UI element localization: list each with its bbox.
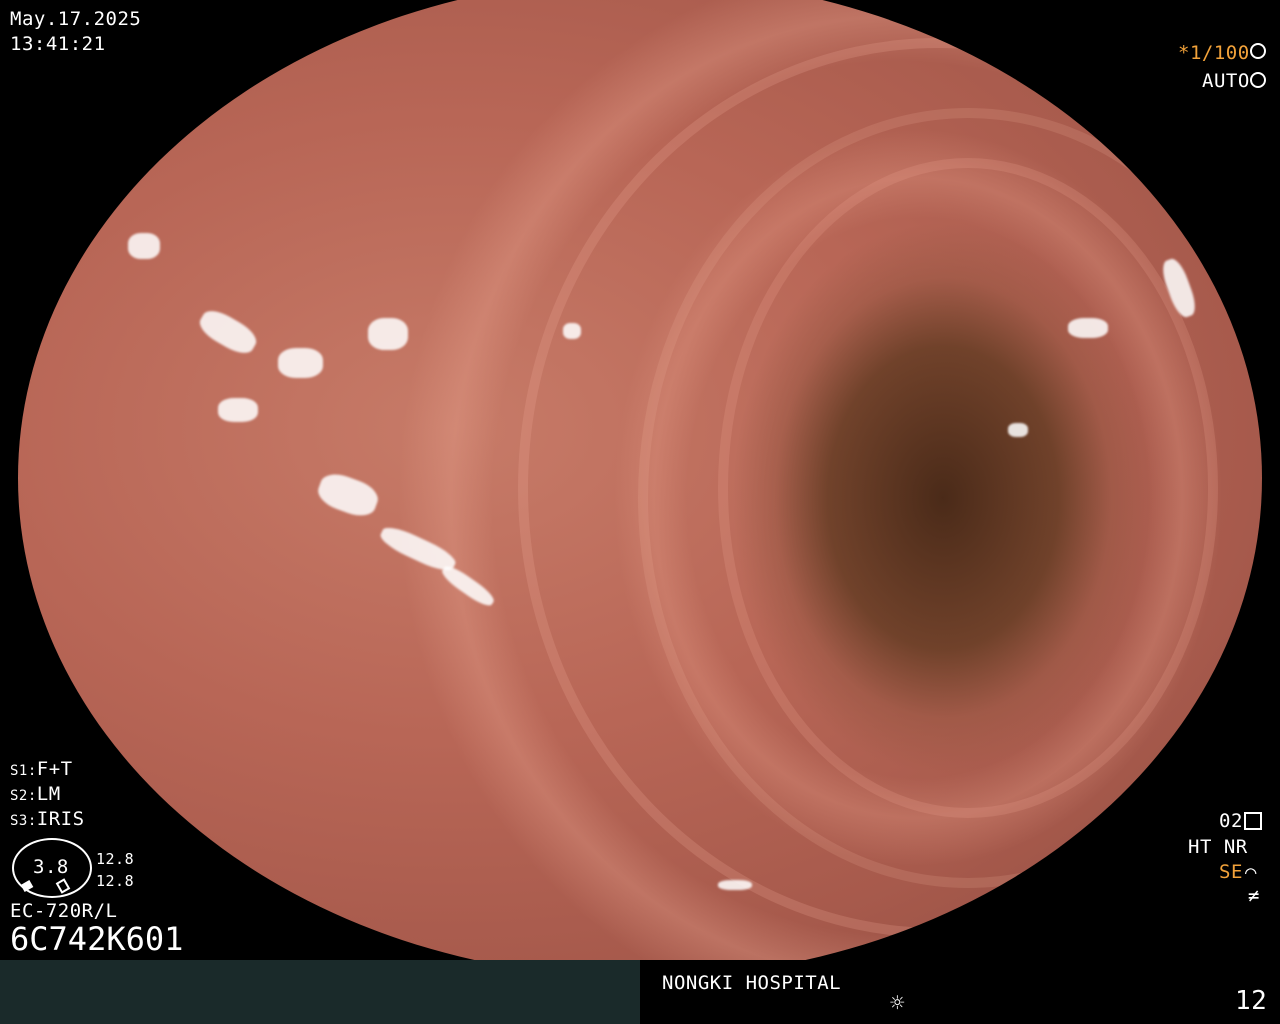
light-reflection xyxy=(195,304,261,360)
aperture-icon xyxy=(1250,43,1266,59)
light-reflection xyxy=(438,562,498,610)
light-reflection xyxy=(368,318,408,350)
mucosal-fold xyxy=(718,158,1218,818)
endoscopy-image xyxy=(18,0,1262,978)
setting-s3: S3:IRIS xyxy=(10,808,85,832)
time-label: 13:41:21 xyxy=(10,33,106,55)
scope-value: 3.8 xyxy=(33,856,69,878)
scope-serial: 6C742K601 xyxy=(10,920,184,958)
settings-panel-icon xyxy=(1244,812,1262,830)
frame-number: 12 xyxy=(1235,986,1268,1016)
setting-s2: S2:LM xyxy=(10,783,61,807)
setting-s2-key: S2: xyxy=(10,788,37,804)
shutter-label: *1/100 xyxy=(1178,42,1250,64)
light-reflection xyxy=(128,233,160,259)
light-reflection xyxy=(1008,423,1028,437)
setting-s1: S1:F+T xyxy=(10,758,73,782)
setting-s3-value: IRIS xyxy=(36,808,85,830)
scale-bottom: 12.8 xyxy=(96,872,135,890)
footer-left-bar xyxy=(0,960,640,1024)
setting-s2-value: LM xyxy=(36,783,61,805)
setting-s3-key: S3: xyxy=(10,813,37,829)
se-label: SE xyxy=(1219,861,1243,883)
light-reflection xyxy=(278,348,323,378)
footer-right-bar: NONGKI HOSPITAL ☼ 12 xyxy=(640,960,1280,1024)
not-equal-icon: ≠ xyxy=(1248,885,1260,907)
hospital-name: NONGKI HOSPITAL xyxy=(662,972,842,994)
light-reflection xyxy=(718,880,752,890)
setting-s1-value: F+T xyxy=(36,758,73,780)
iris-icon xyxy=(1250,72,1266,88)
light-reflection xyxy=(1068,318,1108,338)
signal-curve-icon: ⌒ xyxy=(1245,861,1257,883)
light-reflection xyxy=(563,323,581,339)
scale-top: 12.8 xyxy=(96,850,135,868)
enhance-label: 02 xyxy=(1219,810,1243,832)
setting-s1-key: S1: xyxy=(10,763,37,779)
ht-nr-label: HT NR xyxy=(1188,836,1248,858)
exposure-label: AUTO xyxy=(1202,70,1250,92)
light-reflection xyxy=(218,398,258,422)
light-source-icon: ☼ xyxy=(890,989,905,1017)
light-reflection xyxy=(313,468,383,522)
scope-model: EC-720R/L xyxy=(10,900,118,922)
date-label: May.17.2025 xyxy=(10,8,142,30)
